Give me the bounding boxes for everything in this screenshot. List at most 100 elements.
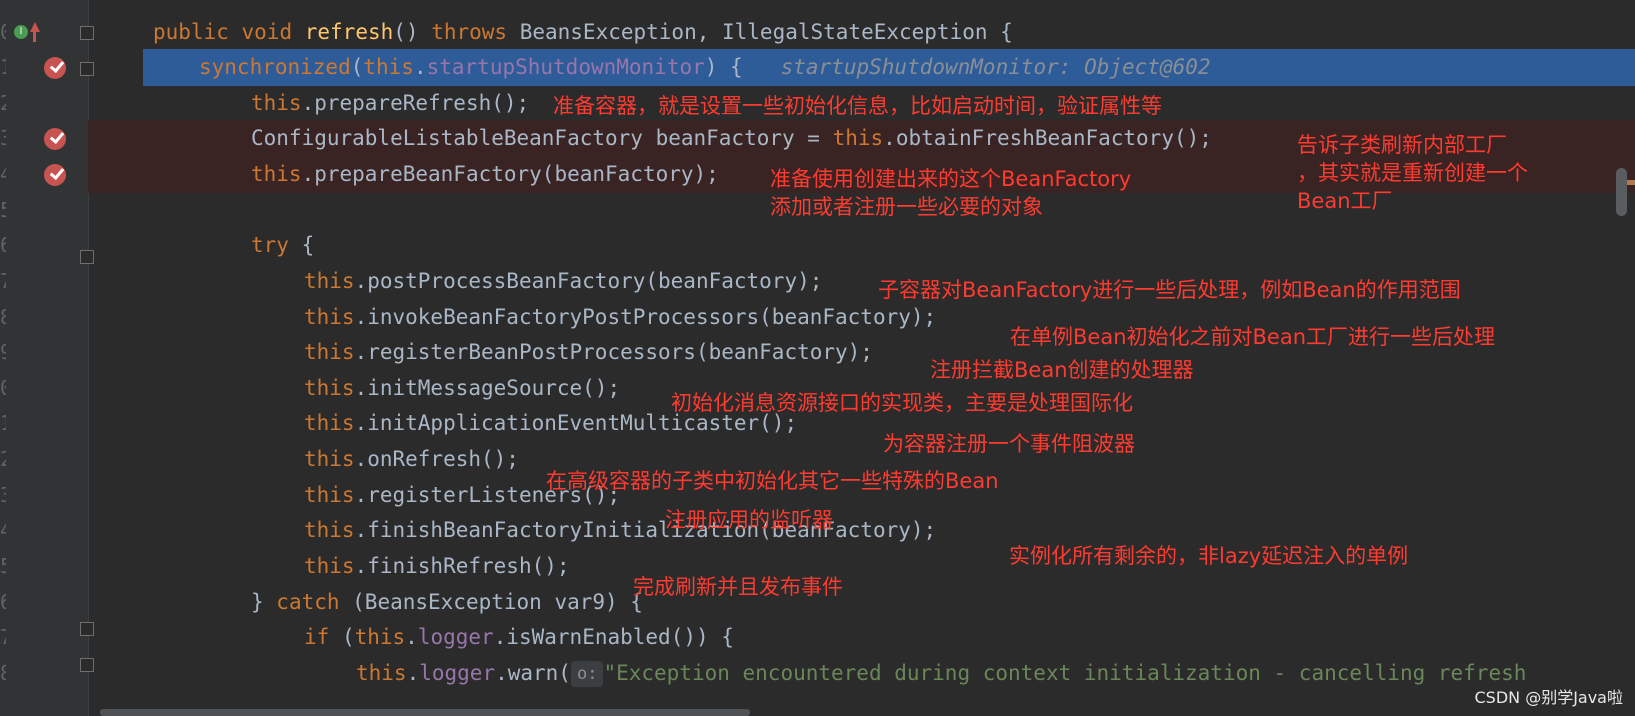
keyword: this xyxy=(304,340,355,364)
annotation: 完成刷新并且发布事件 xyxy=(633,575,843,599)
code-text: .finishBeanFactoryInitialization(beanFac… xyxy=(354,518,937,542)
line-number: 5 xyxy=(0,192,6,229)
horizontal-scrollbar[interactable] xyxy=(100,709,750,716)
keyword: catch xyxy=(276,590,340,614)
line-number: 4 xyxy=(0,512,6,549)
keyword: void xyxy=(241,20,293,44)
code-text: } xyxy=(251,590,277,614)
implements-icon[interactable]: I xyxy=(14,25,28,39)
code-text: ) { xyxy=(704,55,743,79)
code-text: () xyxy=(393,20,432,44)
line-number: 8 xyxy=(0,299,6,336)
code-line[interactable]: this.logger.warn(o: "Exception encountere… xyxy=(88,655,1635,692)
annotation: 初始化消息资源接口的实现类，主要是处理国际化 xyxy=(671,391,1133,415)
line-number: 7 xyxy=(0,619,6,656)
field: startupShutdownMonitor xyxy=(426,55,705,79)
keyword: this xyxy=(304,269,355,293)
code-text: ConfigurableListableBeanFactory beanFact… xyxy=(251,126,833,150)
override-arrow-icon[interactable] xyxy=(30,22,40,32)
line-number: 9 xyxy=(0,334,6,371)
field: logger xyxy=(417,625,494,649)
code-text: .initMessageSource(); xyxy=(354,376,621,400)
annotation: 实例化所有剩余的，非lazy延迟注入的单例 xyxy=(1009,544,1409,568)
line-number: 3 xyxy=(0,477,6,514)
code-text: .warn( xyxy=(495,661,571,685)
code-text: .finishRefresh(); xyxy=(354,554,570,578)
code-line[interactable]: if (this.logger.isWarnEnabled()) { xyxy=(88,619,1617,656)
keyword: this xyxy=(304,447,355,471)
keyword: this xyxy=(304,483,355,507)
annotation: 为容器注册一个事件阻波器 xyxy=(883,432,1135,456)
keyword: this xyxy=(832,126,884,150)
annotation: 在高级容器的子类中初始化其它一些特殊的Bean xyxy=(546,469,999,493)
code-text: { xyxy=(288,233,315,257)
parameter-hint: o: xyxy=(570,661,604,687)
code-text: .postProcessBeanFactory(beanFactory); xyxy=(354,269,823,293)
vertical-scrollbar[interactable] xyxy=(1616,168,1627,216)
code-text: . xyxy=(413,55,427,79)
line-number: 8 xyxy=(0,655,6,692)
annotation: 子容器对BeanFactory进行一些后处理，例如Bean的作用范围 xyxy=(878,278,1461,302)
line-number: 0 xyxy=(0,14,6,51)
line-number: 0 xyxy=(0,370,6,407)
code-text: .onRefresh(); xyxy=(354,447,519,471)
keyword: this xyxy=(251,162,302,186)
code-line[interactable]: public void refresh() throws BeansExcept… xyxy=(88,14,1617,51)
field: logger xyxy=(419,661,496,685)
code-text: .prepareRefresh(); xyxy=(301,91,530,115)
execution-point-line[interactable]: synchronized(this.startupShutdownMonitor… xyxy=(143,49,1635,86)
code-text: ( xyxy=(329,625,355,649)
line-number: 2 xyxy=(0,441,6,478)
annotation: 准备使用创建出来的这个BeanFactory 添加或者注册一些必要的对象 xyxy=(770,167,1132,219)
annotation: 注册拦截Bean创建的处理器 xyxy=(930,358,1194,382)
keyword: this xyxy=(304,411,355,435)
fold-icon[interactable] xyxy=(80,62,94,76)
string-literal: "Exception encountered during context in… xyxy=(603,661,1527,685)
annotation: 准备容器，就是设置一些初始化信息，比如启动时间，验证属性等 xyxy=(553,94,1162,118)
code-text: ( xyxy=(350,55,364,79)
code-text: .isWarnEnabled()) { xyxy=(493,625,734,649)
line-number: 1 xyxy=(0,405,6,442)
editor-gutter[interactable]: 0 1 2 3 4 5 6 7 8 9 0 1 2 3 4 5 6 7 8 I xyxy=(0,0,94,716)
line-number: 7 xyxy=(0,263,6,300)
code-text: .invokeBeanFactoryPostProcessors(beanFac… xyxy=(354,305,937,329)
breakpoint-icon[interactable] xyxy=(44,164,66,186)
line-number: 1 xyxy=(0,49,6,86)
breakpoint-icon[interactable] xyxy=(44,57,66,79)
code-text: . xyxy=(405,625,418,649)
annotation: 在单例Bean初始化之前对Bean工厂进行一些后处理 xyxy=(1010,325,1496,349)
keyword: this xyxy=(304,518,355,542)
keyword: this xyxy=(363,55,414,79)
line-number: 4 xyxy=(0,156,6,193)
method-name: refresh xyxy=(304,20,394,44)
keyword: this xyxy=(356,661,407,685)
watermark: CSDN @别学Java啦 xyxy=(1472,684,1625,708)
keyword: throws xyxy=(431,20,508,44)
override-arrow-stem xyxy=(33,32,36,42)
keyword: public xyxy=(153,20,229,44)
code-line[interactable]: } catch (BeansException var9) { xyxy=(88,584,1617,621)
line-number: 5 xyxy=(0,548,6,585)
keyword: if xyxy=(304,625,330,649)
line-number: 2 xyxy=(0,85,6,122)
keyword: try xyxy=(251,233,289,257)
keyword: synchronized xyxy=(199,55,351,79)
annotation: 注册应用的监听器 xyxy=(665,508,833,532)
code-line[interactable]: try { xyxy=(88,227,1617,264)
breakpoint-icon[interactable] xyxy=(44,128,66,150)
keyword: this xyxy=(304,554,355,578)
keyword: this xyxy=(304,305,355,329)
code-text: BeansException, IllegalStateException { xyxy=(507,20,1013,44)
code-text: (BeansException var9) { xyxy=(339,590,643,614)
code-text: . xyxy=(406,661,420,685)
code-text: .prepareBeanFactory(beanFactory); xyxy=(301,162,719,186)
keyword: this xyxy=(304,376,355,400)
line-number: 6 xyxy=(0,227,6,264)
keyword: this xyxy=(354,625,406,649)
keyword: this xyxy=(251,91,302,115)
code-text: .registerBeanPostProcessors(beanFactory)… xyxy=(354,340,873,364)
line-number: 6 xyxy=(0,584,6,621)
annotation: 告诉子类刷新内部工厂 ，其实就是重新创建一个 Bean工厂 xyxy=(1297,133,1528,213)
inline-debug-value: startupShutdownMonitor: Object@602 xyxy=(780,55,1211,79)
line-number: 3 xyxy=(0,120,6,157)
